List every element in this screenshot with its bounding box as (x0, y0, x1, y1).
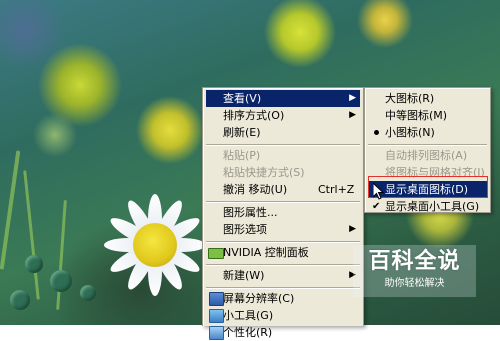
screen-resolution-icon (209, 292, 224, 306)
menu-item-nvidia-control-panel[interactable]: NVIDIA 控制面板 (206, 244, 360, 261)
menu-item-new[interactable]: 新建(W) ▶ (206, 267, 360, 284)
watermark-subtitle: 助你轻松解决 (384, 278, 445, 289)
menu-separator (368, 144, 487, 146)
daisy-center (133, 223, 177, 267)
desktop-context-menu: 查看(V) ▶ 排序方式(O) ▶ 刷新(E) 粘贴(P) 粘贴快捷方式(S) … (202, 87, 364, 340)
mouse-pointer-icon (373, 183, 384, 200)
nvidia-icon (208, 248, 224, 259)
menu-separator (206, 264, 360, 266)
shortcut-label: Ctrl+Z (318, 183, 355, 196)
menu-item-graphics-properties[interactable]: 图形属性... (206, 204, 360, 221)
grass-blade (56, 200, 67, 310)
menu-item-personalize[interactable]: 个性化(R) (206, 324, 360, 341)
menu-item-sort-by[interactable]: 排序方式(O) ▶ (206, 107, 360, 124)
grass-blade (23, 170, 40, 300)
watermark: 百科全说 助你轻松解决 (353, 245, 476, 297)
menu-separator (206, 201, 360, 203)
radio-dot-icon (374, 130, 379, 135)
menu-item-graphics-options[interactable]: 图形选项 ▶ (206, 221, 360, 238)
menu-item-screen-resolution[interactable]: 屏幕分辨率(C) (206, 290, 360, 307)
menu-separator (206, 241, 360, 243)
submenu-arrow-icon: ▶ (349, 93, 356, 103)
plant-bud (80, 285, 96, 301)
personalize-icon (209, 326, 224, 340)
menu-item-view[interactable]: 查看(V) ▶ (206, 90, 360, 107)
submenu-item-show-desktop-gadgets[interactable]: ✔ 显示桌面小工具(G) (368, 198, 487, 215)
plant-bud (25, 255, 43, 273)
submenu-item-large-icons[interactable]: 大图标(R) (368, 90, 487, 107)
menu-item-refresh[interactable]: 刷新(E) (206, 124, 360, 141)
gadgets-icon (209, 309, 224, 323)
submenu-item-small-icons[interactable]: 小图标(N) (368, 124, 487, 141)
submenu-item-medium-icons[interactable]: 中等图标(M) (368, 107, 487, 124)
menu-item-paste[interactable]: 粘贴(P) (206, 147, 360, 164)
grass-blade (0, 150, 21, 270)
menu-separator (206, 287, 360, 289)
menu-separator (206, 144, 360, 146)
menu-item-undo-move[interactable]: 撤消 移动(U) Ctrl+Z (206, 181, 360, 198)
menu-item-gadgets[interactable]: 小工具(G) (206, 307, 360, 324)
plant-bud (10, 290, 30, 310)
plant-bud (50, 270, 72, 292)
submenu-arrow-icon: ▶ (349, 110, 356, 120)
submenu-arrow-icon: ▶ (349, 224, 356, 234)
highlight-callout-box (368, 176, 488, 198)
daisy-flower (100, 190, 210, 300)
submenu-item-auto-arrange[interactable]: 自动排列图标(A) (368, 147, 487, 164)
watermark-title: 百科全说 (368, 249, 461, 274)
menu-item-paste-shortcut[interactable]: 粘贴快捷方式(S) (206, 164, 360, 181)
checkmark-icon: ✔ (372, 201, 381, 212)
